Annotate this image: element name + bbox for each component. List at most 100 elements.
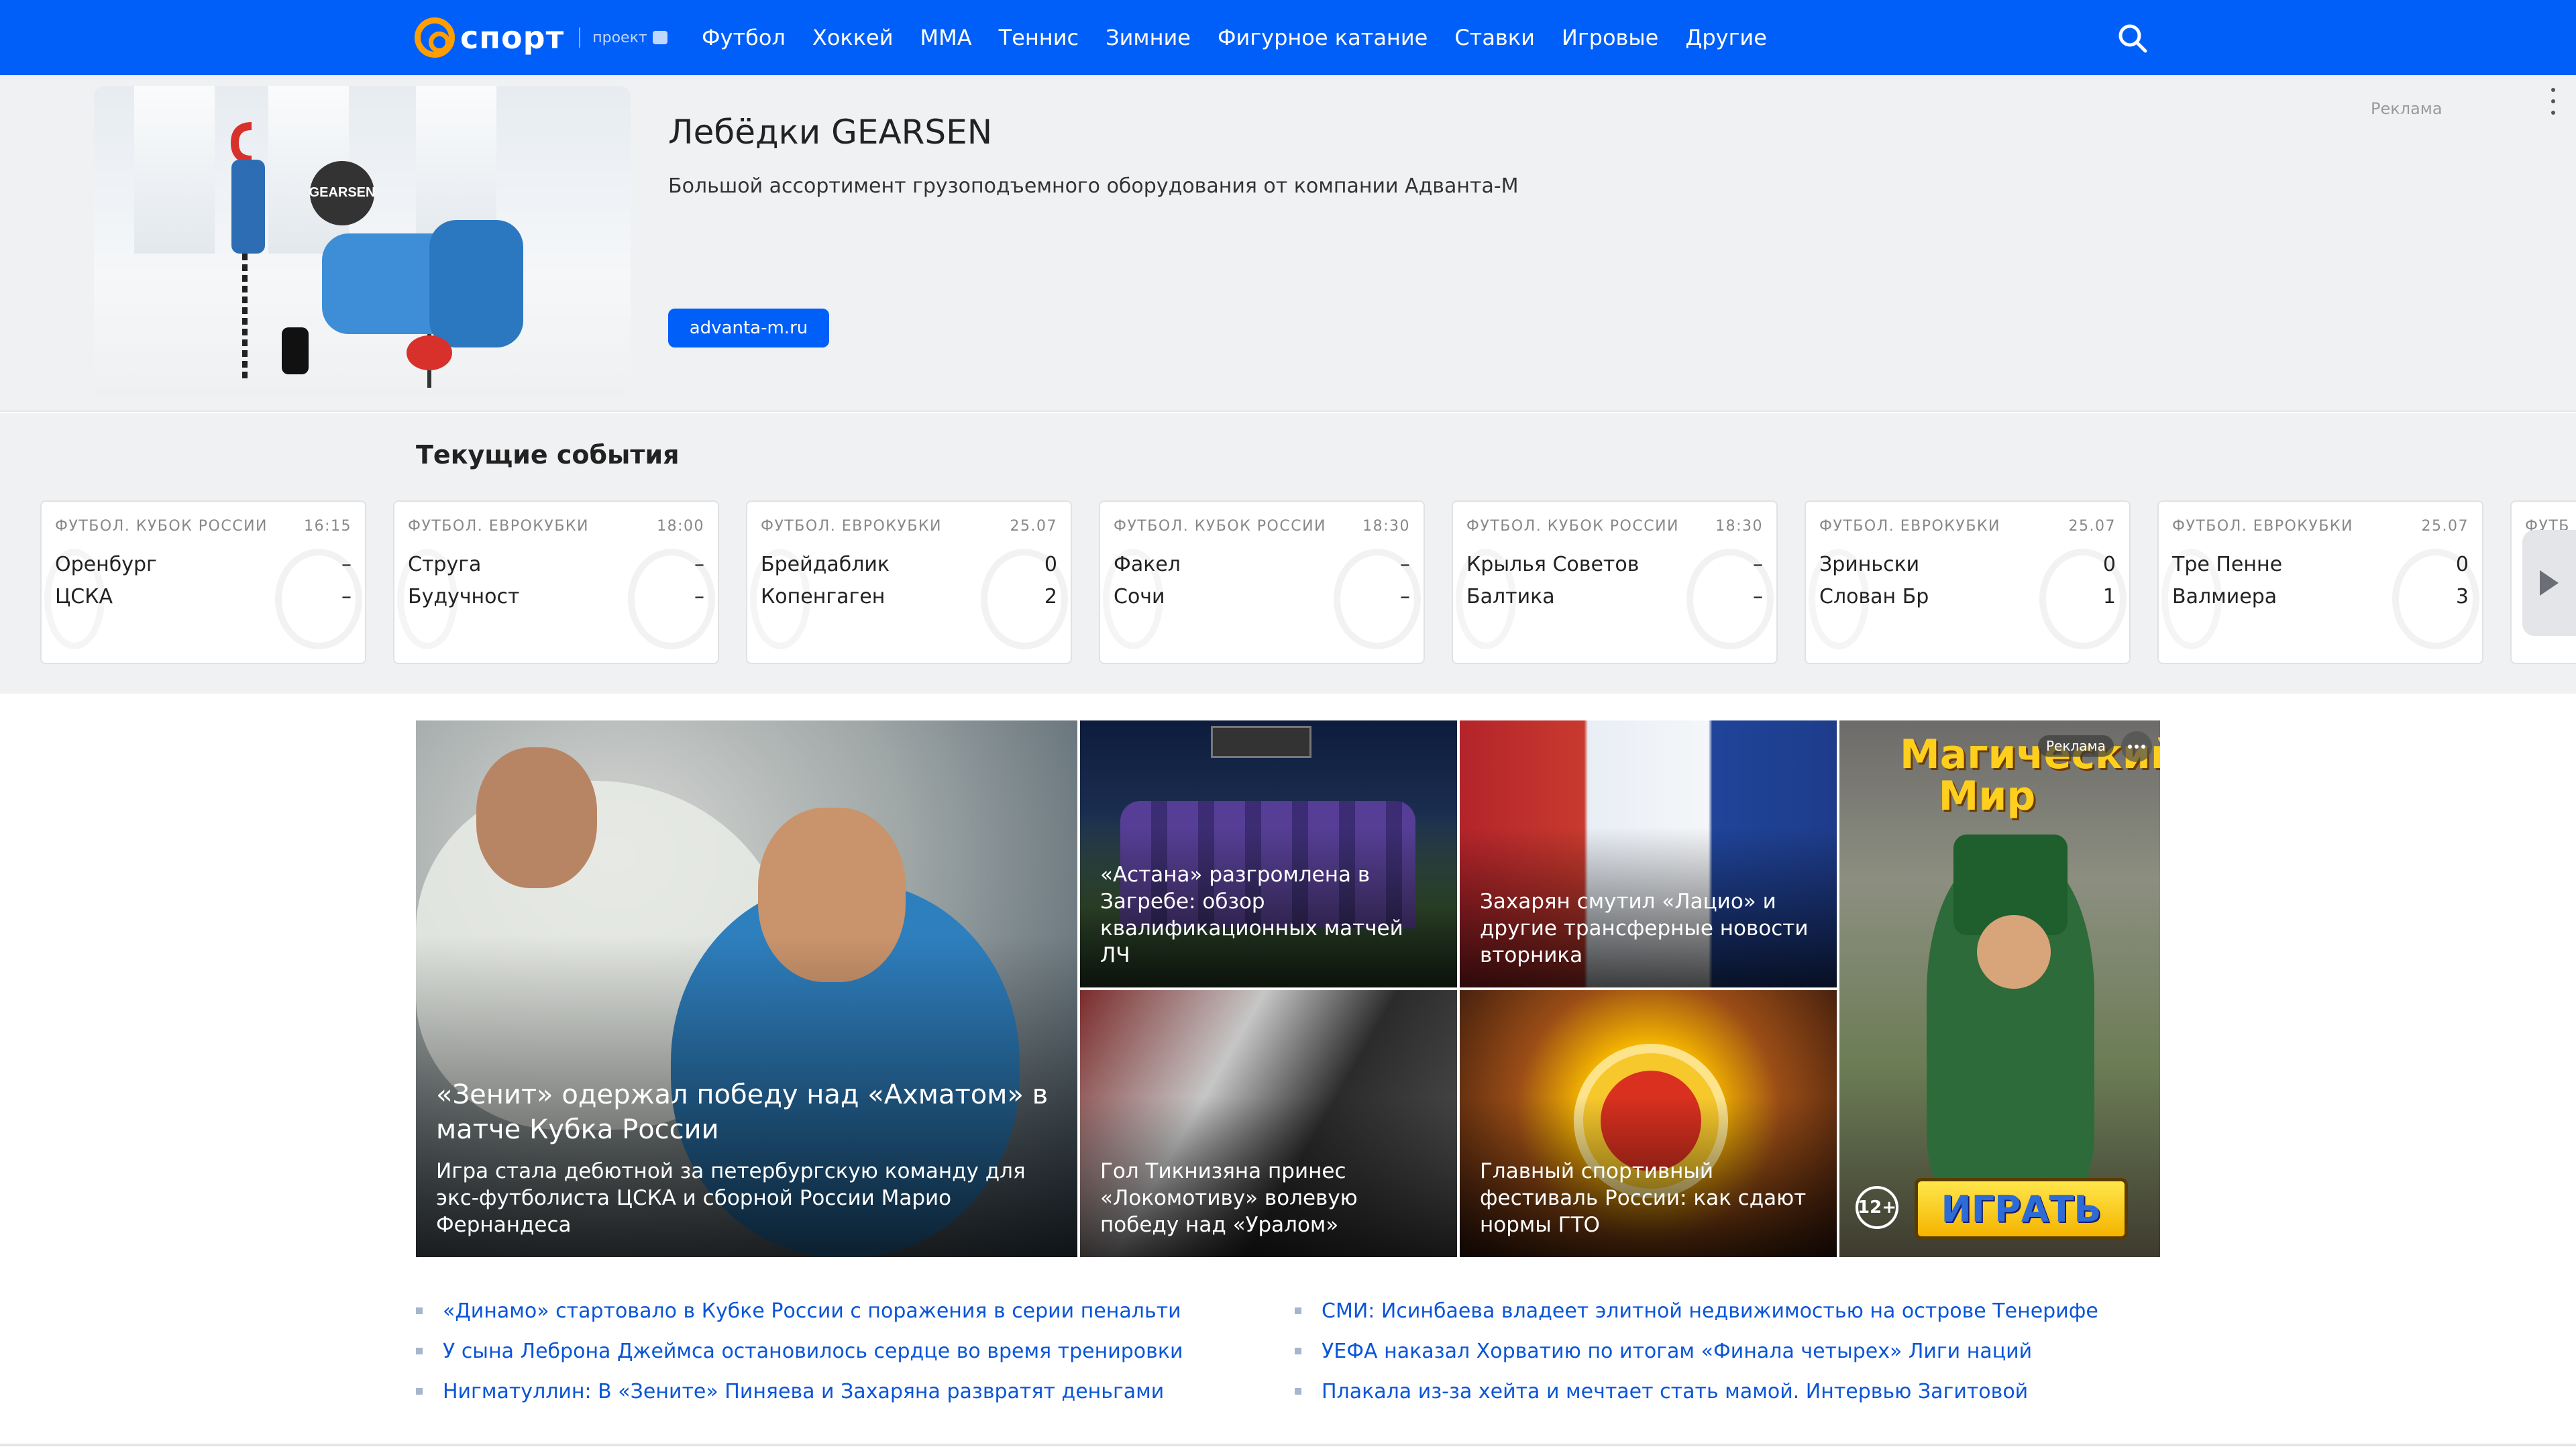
ad-image[interactable]: GEARSEN bbox=[94, 86, 631, 398]
team-name: Тре Пенне bbox=[2172, 553, 2283, 576]
team-name: Будучност bbox=[408, 585, 520, 608]
bullet bbox=[416, 1348, 423, 1354]
logo-word: спорт bbox=[460, 19, 565, 56]
nav-item-mma[interactable]: ММА bbox=[920, 25, 972, 50]
team-name: Оренбург bbox=[55, 553, 157, 576]
play-button[interactable]: ИГРАТЬ bbox=[1915, 1178, 2128, 1240]
bullet bbox=[416, 1307, 423, 1314]
team-name: Балтика bbox=[1466, 585, 1555, 608]
team-name: Факел bbox=[1114, 553, 1181, 576]
event-card[interactable]: ФУТБОЛ. ЕВРОКУБКИ 25.07 Брейдаблик 0 Копен… bbox=[746, 500, 1072, 664]
news-title[interactable]: Захарян смутил «Лацио» и другие трансфер… bbox=[1480, 888, 1817, 969]
nav-item-games[interactable]: Игровые bbox=[1562, 25, 1658, 50]
event-league: ФУТБОЛ. КУБОК РОССИИ bbox=[1114, 518, 1326, 535]
bullet bbox=[1295, 1348, 1301, 1354]
event-league: ФУТБОЛ. ЕВРОКУБКИ bbox=[2172, 518, 2353, 535]
event-time: 18:30 bbox=[1715, 518, 1763, 535]
photo-shape bbox=[476, 747, 597, 888]
team-score: – bbox=[694, 553, 704, 576]
news-title[interactable]: Гол Тикнизяна принес «Локомотиву» волеву… bbox=[1100, 1158, 1437, 1238]
game-ad-tile[interactable]: Магический Мир Реклама 12+ ИГРАТЬ bbox=[1839, 720, 2160, 1257]
event-time: 18:30 bbox=[1362, 518, 1410, 535]
team-score: – bbox=[1753, 585, 1763, 608]
event-card[interactable]: ФУТБОЛ. КУБОК РОССИИ 16:15 Оренбург – ЦСКА… bbox=[40, 500, 366, 664]
team-name: Струга bbox=[408, 553, 482, 576]
news-tile[interactable]: Главный спортивный фестиваль России: как… bbox=[1460, 990, 1837, 1257]
event-card[interactable]: ФУТБОЛ. КУБОК РОССИИ 18:30 Факел – Сочи – bbox=[1099, 500, 1425, 664]
ad-link-button[interactable]: advanta-m.ru bbox=[668, 309, 829, 347]
headline-link[interactable]: СМИ: Исинбаева владеет элитной недвижимо… bbox=[1322, 1299, 2098, 1323]
news-tile[interactable]: «Астана» разгромлена в Загребе: обзор кв… bbox=[1080, 720, 1457, 987]
more-options-icon[interactable] bbox=[2545, 85, 2561, 118]
ad-description: Большой ассортимент грузоподъемного обор… bbox=[668, 174, 1519, 198]
game-hero-face bbox=[1977, 915, 2051, 989]
ad-label: Реклама bbox=[2038, 735, 2114, 757]
site-logo[interactable]: спорт проект bbox=[415, 17, 667, 58]
at-logo-icon bbox=[415, 17, 455, 58]
chevron-right-icon bbox=[2540, 570, 2559, 596]
nav-item-winter[interactable]: Зимние bbox=[1106, 25, 1191, 50]
top-navigation-bar: спорт проект Футбол Хоккей ММА Теннис Зи… bbox=[0, 0, 2576, 75]
headline-link[interactable]: УЕФА наказал Хорватию по итогам «Финала … bbox=[1322, 1340, 2032, 1363]
event-time: 18:00 bbox=[657, 518, 704, 535]
headline-item: СМИ: Исинбаева владеет элитной недвижимо… bbox=[1295, 1291, 2098, 1331]
event-card[interactable]: ФУТБОЛ. ЕВРОКУБКИ 25.07 Зриньски 0 Слован … bbox=[1805, 500, 2131, 664]
hoist-illustration: GEARSEN bbox=[230, 122, 523, 388]
age-rating-badge: 12+ bbox=[1856, 1186, 1898, 1229]
bullet bbox=[416, 1388, 423, 1395]
team-score: – bbox=[1753, 553, 1763, 576]
team-name: Копенгаген bbox=[761, 585, 885, 608]
team-score: 0 bbox=[2102, 553, 2116, 576]
event-card[interactable]: ФУТБОЛ. КУБОК РОССИИ 18:30 Крылья Советов… bbox=[1452, 500, 1778, 664]
nav-item-hockey[interactable]: Хоккей bbox=[812, 25, 894, 50]
search-icon[interactable] bbox=[2116, 21, 2149, 55]
team-name: Валмиера bbox=[2172, 585, 2277, 608]
current-events-section: Текущие события ФУТБОЛ. КУБОК РОССИИ 16:1… bbox=[0, 413, 2576, 694]
logo-divider bbox=[579, 28, 581, 48]
event-league: ФУТБОЛ. КУБОК РОССИИ bbox=[1466, 518, 1679, 535]
ad-title[interactable]: Лебёдки GEARSEN bbox=[668, 113, 992, 152]
main-nav: Футбол Хоккей ММА Теннис Зимние Фигурное… bbox=[702, 0, 1767, 75]
team-score: 1 bbox=[2102, 585, 2116, 608]
vk-icon bbox=[652, 31, 667, 44]
team-score: 3 bbox=[2455, 585, 2469, 608]
news-subtitle: Игра стала дебютной за петербургскую ком… bbox=[436, 1159, 1026, 1237]
headline-link[interactable]: У сына Леброна Джеймса остановилось серд… bbox=[443, 1340, 1183, 1363]
headline-link[interactable]: «Динамо» стартовало в Кубке России с пор… bbox=[443, 1299, 1181, 1323]
bullet bbox=[1295, 1388, 1301, 1395]
headline-link[interactable]: Плакала из-за хейта и мечтает стать мамо… bbox=[1322, 1380, 2028, 1403]
headline-item: «Динамо» стартовало в Кубке России с пор… bbox=[416, 1291, 1183, 1331]
headline-item: У сына Леброна Джеймса остановилось серд… bbox=[416, 1331, 1183, 1371]
carousel-next-button[interactable] bbox=[2522, 530, 2576, 636]
team-score: – bbox=[1400, 553, 1410, 576]
team-name: Зриньски bbox=[1819, 553, 1920, 576]
team-name: Крылья Советов bbox=[1466, 553, 1640, 576]
scoreboard-shape bbox=[1211, 726, 1311, 758]
headline-link[interactable]: Нигматуллин: В «Зените» Пиняева и Захаря… bbox=[443, 1380, 1164, 1403]
nav-item-tennis[interactable]: Теннис bbox=[999, 25, 1079, 50]
nav-item-betting[interactable]: Ставки bbox=[1454, 25, 1535, 50]
team-name: Брейдаблик bbox=[761, 553, 890, 576]
team-score: 0 bbox=[1044, 553, 1057, 576]
news-tile-main[interactable]: «Зенит» одержал победу над «Ахматом» в м… bbox=[416, 720, 1077, 1257]
section-title: Текущие события bbox=[416, 440, 680, 470]
event-card[interactable]: ФУТБОЛ. ЕВРОКУБКИ 18:00 Струга – Будучност… bbox=[393, 500, 719, 664]
news-title[interactable]: Главный спортивный фестиваль России: как… bbox=[1480, 1158, 1817, 1238]
headline-item: УЕФА наказал Хорватию по итогам «Финала … bbox=[1295, 1331, 2098, 1371]
nav-item-football[interactable]: Футбол bbox=[702, 25, 786, 50]
team-score: 0 bbox=[2455, 553, 2469, 576]
news-title[interactable]: «Зенит» одержал победу над «Ахматом» в м… bbox=[436, 1077, 1057, 1147]
event-league: ФУТБОЛ. ЕВРОКУБКИ bbox=[1819, 518, 2000, 535]
event-league: ФУТБОЛ. ЕВРОКУБКИ bbox=[761, 518, 942, 535]
more-options-icon[interactable] bbox=[2121, 731, 2152, 762]
event-card[interactable]: ФУТБОЛ. ЕВРОКУБКИ 25.07 Тре Пенне 0 Валмие… bbox=[2157, 500, 2483, 664]
ad-banner[interactable]: GEARSEN Лебёдки GEARSEN Большой ассортим… bbox=[0, 75, 2576, 412]
event-time: 25.07 bbox=[2068, 518, 2116, 535]
news-tile[interactable]: Гол Тикнизяна принес «Локомотиву» волеву… bbox=[1080, 990, 1457, 1257]
event-league: ФУТБОЛ. КУБОК РОССИИ bbox=[55, 518, 268, 535]
nav-item-other[interactable]: Другие bbox=[1685, 25, 1767, 50]
news-title[interactable]: «Астана» разгромлена в Загребе: обзор кв… bbox=[1100, 861, 1437, 969]
bullet bbox=[1295, 1307, 1301, 1314]
news-tile[interactable]: Захарян смутил «Лацио» и другие трансфер… bbox=[1460, 720, 1837, 987]
nav-item-figure-skating[interactable]: Фигурное катание bbox=[1218, 25, 1428, 50]
